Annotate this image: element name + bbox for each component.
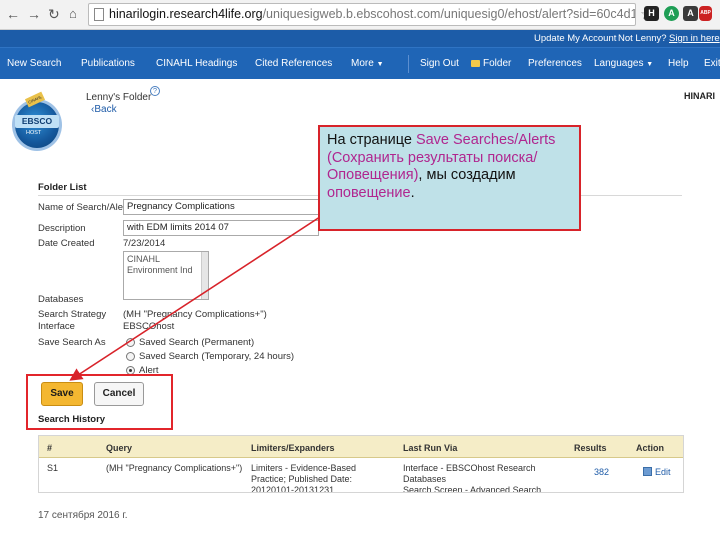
callout-highlight-2: оповещение xyxy=(327,184,411,201)
callout-text-3: . xyxy=(410,184,415,201)
back-link[interactable]: ‹Back xyxy=(91,104,117,115)
row-limiters-1: Limiters - Evidence-Based xyxy=(251,463,357,473)
radio-temporary-label: Saved Search (Temporary, 24 hours) xyxy=(139,351,295,362)
highlight-box xyxy=(26,374,173,430)
strategy-label: Search Strategy xyxy=(38,309,107,320)
row-query: (MH "Pregnancy Complications+") xyxy=(106,463,243,473)
institution-name: HINARI xyxy=(684,91,715,101)
radio-temporary[interactable] xyxy=(126,352,135,361)
logo-band: EBSCO xyxy=(15,115,59,128)
row-last-run-1: Interface - EBSCOhost Research xyxy=(403,463,536,473)
radio-permanent-label: Saved Search (Permanent) xyxy=(139,337,255,348)
radio-permanent[interactable] xyxy=(126,338,135,347)
interface-label: Interface xyxy=(38,321,75,332)
databases-label: Databases xyxy=(38,294,84,305)
toolbar-help[interactable]: Help xyxy=(668,58,689,69)
ebsco-host-logo[interactable]: CINAHL EBSCO HOST xyxy=(12,91,62,152)
address-bar[interactable]: hinarilogin.research4life.org/uniquesigw… xyxy=(88,3,636,26)
chevron-down-icon: ▼ xyxy=(376,61,384,68)
col-query[interactable]: Query xyxy=(106,443,132,453)
sign-in-link[interactable]: Sign in here xyxy=(669,33,720,44)
callout-text-1: На странице xyxy=(327,132,416,148)
account-strip: Update My Account Not Lenny? Sign in her… xyxy=(0,30,720,47)
help-icon[interactable]: ? xyxy=(150,86,160,96)
database-item[interactable]: CINAHL xyxy=(127,254,205,265)
toolbar-languages-label: Languages xyxy=(594,58,644,69)
toolbar-divider xyxy=(408,55,409,73)
toolbar-exit[interactable]: Exit xyxy=(704,58,720,69)
url-host: hinarilogin.research4life.org xyxy=(109,7,263,21)
callout-text-2: , мы создадим xyxy=(418,167,516,183)
col-limiters: Limiters/Expanders xyxy=(251,443,335,453)
strategy-value: (MH "Pregnancy Complications+") xyxy=(123,309,267,320)
folder-title: Lenny's Folder xyxy=(86,92,152,103)
toolbar-languages[interactable]: Languages ▼ xyxy=(594,58,653,69)
description-input[interactable]: with EDM limits 2014 07 xyxy=(123,220,319,236)
toolbar-cinahl-headings[interactable]: CINAHL Headings xyxy=(156,58,237,69)
row-limiters-3: 20120101-20131231 xyxy=(251,485,335,492)
reload-icon[interactable]: ↻ xyxy=(48,6,60,23)
footer-date: 17 сентября 2016 г. xyxy=(38,510,128,521)
row-results[interactable]: 382 xyxy=(594,467,609,478)
toolbar-more-label: More xyxy=(351,58,374,69)
row-limiters-2: Practice; Published Date: xyxy=(251,474,353,484)
logo-host-text: HOST xyxy=(26,130,42,136)
toolbar-more[interactable]: More ▼ xyxy=(351,58,384,69)
home-icon[interactable]: ⌂ xyxy=(69,6,77,21)
interface-value: EBSCOhost xyxy=(123,321,175,332)
col-results[interactable]: Results xyxy=(574,443,607,453)
date-label: Date Created xyxy=(38,238,95,249)
screen: ← → ↻ ⌂ hinarilogin.research4life.org/un… xyxy=(0,0,720,540)
extension-dark-icon[interactable]: A xyxy=(683,6,698,21)
extension-green-icon[interactable]: A xyxy=(664,6,679,21)
main-toolbar: New Search Publications CINAHL Headings … xyxy=(0,47,720,79)
toolbar-publications[interactable]: Publications xyxy=(81,58,135,69)
toolbar-folder[interactable]: Folder xyxy=(471,58,511,69)
description-label: Description xyxy=(38,223,86,234)
toolbar-folder-label: Folder xyxy=(483,58,512,69)
name-label: Name of Search/Alert xyxy=(38,202,129,213)
col-last-run: Last Run Via xyxy=(403,443,458,453)
search-history-table: # Query Limiters/Expanders Last Run Via … xyxy=(38,435,684,493)
row-last-run-2: Databases xyxy=(403,474,447,484)
chevron-down-icon: ▼ xyxy=(646,61,654,68)
toolbar-preferences[interactable]: Preferences xyxy=(528,58,582,69)
name-input[interactable]: Pregnancy Complications xyxy=(123,199,319,215)
page-icon xyxy=(94,8,104,21)
listbox-scrollbar[interactable] xyxy=(201,252,208,299)
forward-arrow-icon[interactable]: → xyxy=(27,6,41,22)
database-item[interactable]: Environment Ind xyxy=(127,265,205,276)
row-last-run-3: Search Screen - Advanced Search xyxy=(403,485,542,492)
back-link-label: Back xyxy=(94,104,117,115)
col-num: # xyxy=(47,443,53,453)
update-account-link[interactable]: Update My Account xyxy=(534,33,616,44)
url-path: /uniquesigweb.b.ebscohost.com/uniquesig0… xyxy=(262,7,636,21)
table-header: # Query Limiters/Expanders Last Run Via … xyxy=(39,436,683,458)
toolbar-sign-out[interactable]: Sign Out xyxy=(420,58,459,69)
row-num: S1 xyxy=(47,463,59,473)
date-value: 7/23/2014 xyxy=(123,238,166,249)
databases-listbox[interactable]: CINAHL Environment Ind xyxy=(123,251,209,300)
folder-icon xyxy=(471,60,480,67)
browser-chrome: ← → ↻ ⌂ hinarilogin.research4life.org/un… xyxy=(0,0,720,30)
save-as-label: Save Search As xyxy=(38,337,106,348)
back-arrow-icon[interactable]: ← xyxy=(6,6,20,22)
toolbar-cited-references[interactable]: Cited References xyxy=(255,58,332,69)
callout-box: На странице Save Searches/Alerts (Сохран… xyxy=(318,125,581,231)
extension-h-icon[interactable]: H xyxy=(644,6,659,21)
edit-icon xyxy=(643,467,652,476)
section-title: Folder List xyxy=(38,182,87,193)
adblock-icon[interactable]: ABP xyxy=(699,6,712,21)
col-action: Action xyxy=(636,443,664,453)
edit-label: Edit xyxy=(655,467,671,477)
edit-link[interactable]: Edit xyxy=(643,467,671,478)
toolbar-new-search[interactable]: New Search xyxy=(7,58,61,69)
not-user-text: Not Lenny? xyxy=(618,33,667,44)
